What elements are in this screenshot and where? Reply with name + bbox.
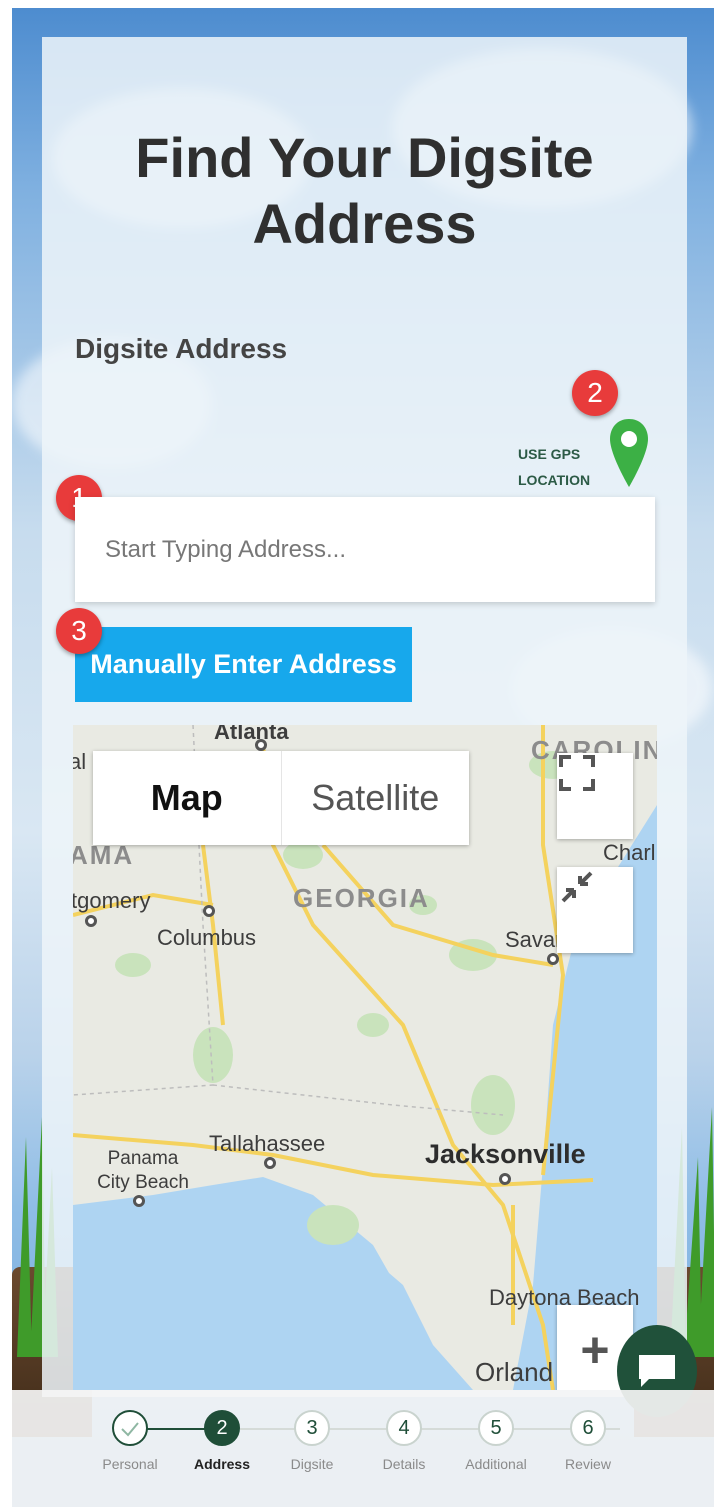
step-label: Address (193, 1456, 251, 1472)
map-city-dot (133, 1195, 145, 1207)
step-number: 2 (204, 1410, 240, 1446)
map-type-satellite-button[interactable]: Satellite (282, 751, 470, 845)
step-personal[interactable]: Personal (80, 1410, 180, 1472)
map-type-control: Map Satellite (93, 751, 469, 845)
address-search-input[interactable] (75, 497, 655, 602)
map-type-map-button[interactable]: Map (93, 751, 282, 845)
step-digsite[interactable]: 3 Digsite (262, 1410, 362, 1472)
manually-enter-address-button[interactable]: Manually Enter Address (75, 627, 412, 702)
progress-stepper: Personal 2 Address 3 Digsite 4 Details 5… (12, 1390, 714, 1507)
chat-bubble-icon (639, 1355, 675, 1387)
collapse-icon (561, 871, 593, 903)
step-label: Details (382, 1456, 426, 1472)
map-city-dot (85, 915, 97, 927)
collapse-button[interactable] (557, 867, 633, 953)
step-address[interactable]: 2 Address (172, 1410, 272, 1472)
step-details[interactable]: 4 Details (354, 1410, 454, 1472)
checkmark-icon (112, 1410, 148, 1446)
map-city-dot (547, 953, 559, 965)
map-label-city: Atlanta (214, 725, 289, 744)
fullscreen-button[interactable] (557, 753, 633, 839)
step-number: 5 (478, 1410, 514, 1446)
annotation-badge-3: 3 (56, 608, 102, 654)
step-label: Review (565, 1456, 611, 1472)
step-label: Personal (102, 1456, 158, 1472)
map-label-city: Tallahassee (209, 1131, 326, 1156)
map-label-city: Columbus (157, 925, 257, 950)
page-title: Find Your Digsite Address (135, 126, 594, 255)
map-city-dot (499, 1173, 511, 1185)
map-label-city: Charl (603, 840, 656, 865)
map-label-city: Jacksonville (425, 1139, 586, 1169)
gps-pin-icon[interactable] (608, 417, 650, 489)
annotation-badge-2: 2 (572, 370, 618, 416)
step-label: Digsite (290, 1456, 334, 1472)
fullscreen-icon (559, 755, 595, 791)
map-city-dot (255, 739, 267, 751)
map-view[interactable]: AMA GEORGIA CAROLIN Atlanta al tgomery C… (73, 725, 657, 1390)
step-number: 4 (386, 1410, 422, 1446)
map-label-city: al (73, 749, 87, 774)
use-gps-location-link[interactable]: USE GPS LOCATION (518, 441, 608, 493)
map-label-city: tgomery (73, 888, 151, 913)
map-city-dot (203, 905, 215, 917)
map-label-city: Orland (475, 1357, 554, 1387)
step-additional[interactable]: 5 Additional (446, 1410, 546, 1472)
map-label-state: GEORGIA (293, 883, 430, 913)
map-label-city: Panama City Beach (97, 1148, 189, 1193)
step-number: 6 (570, 1410, 606, 1446)
step-review[interactable]: 6 Review (538, 1410, 638, 1472)
map-label-city: Savar (505, 927, 563, 952)
step-label: Additional (465, 1456, 527, 1472)
digsite-address-label: Digsite Address (75, 333, 288, 364)
map-city-dot (264, 1157, 276, 1169)
step-number: 3 (294, 1410, 330, 1446)
